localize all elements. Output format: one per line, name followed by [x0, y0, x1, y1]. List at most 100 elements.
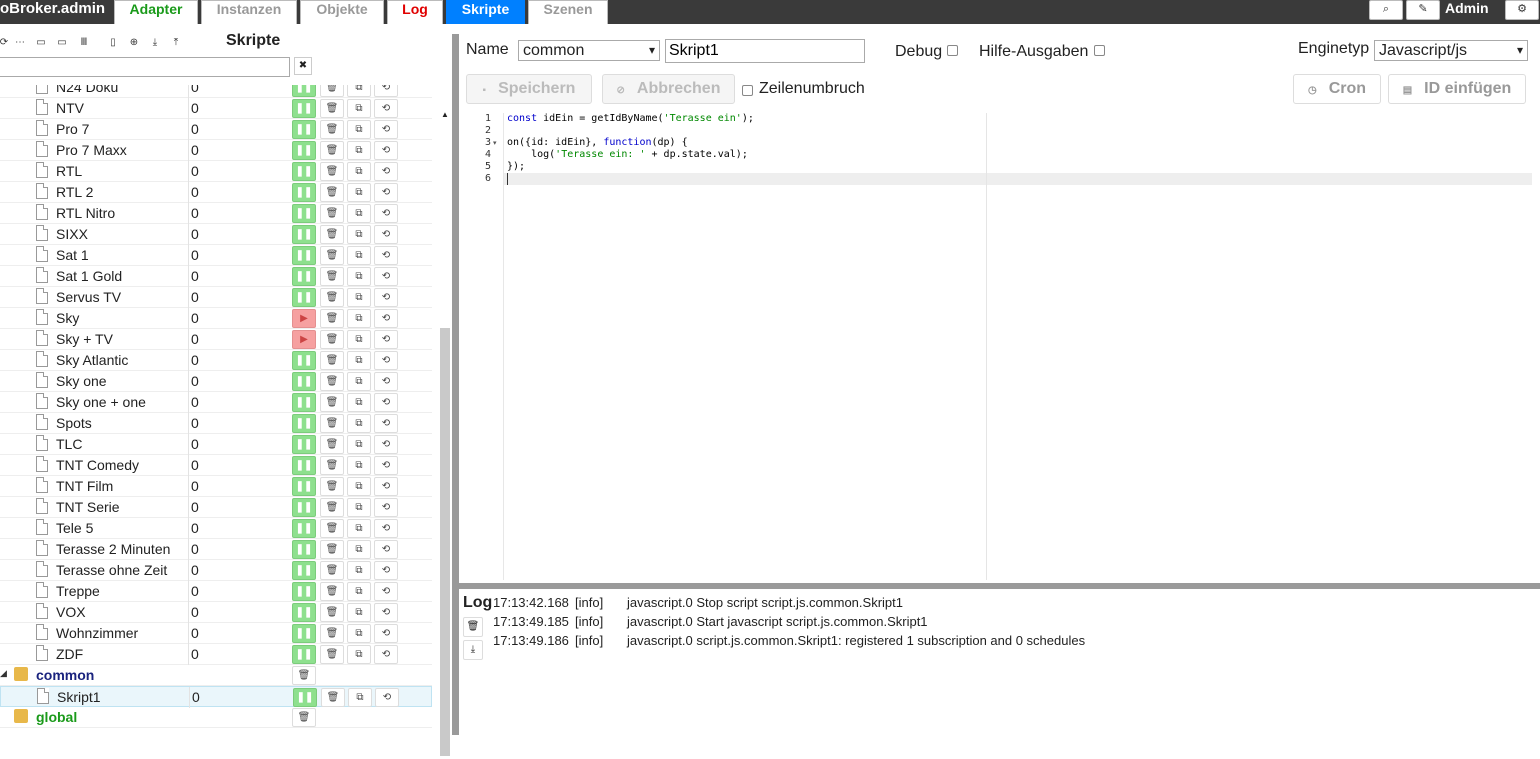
delete-button[interactable]: 🗑	[320, 183, 344, 202]
tab-log[interactable]: Log	[387, 0, 443, 24]
script-row[interactable]: Tele 5 0 ❚❚ 🗑 ⧉ ⟲	[0, 518, 432, 539]
delete-button[interactable]: 🗑	[292, 666, 316, 685]
delete-button[interactable]: 🗑	[320, 561, 344, 580]
restart-button[interactable]: ⟲	[374, 540, 398, 559]
copy-button[interactable]: ⧉	[347, 372, 371, 391]
script-row[interactable]: Sky Atlantic 0 ❚❚ 🗑 ⧉ ⟲	[0, 350, 432, 371]
script-row[interactable]: TNT Serie 0 ❚❚ 🗑 ⧉ ⟲	[0, 497, 432, 518]
restart-button[interactable]: ⟲	[374, 498, 398, 517]
pause-button[interactable]: ❚❚	[292, 372, 316, 391]
copy-button[interactable]: ⧉	[347, 498, 371, 517]
delete-button[interactable]: 🗑	[320, 435, 344, 454]
restart-button[interactable]: ⟲	[374, 372, 398, 391]
pause-button[interactable]: ❚❚	[292, 624, 316, 643]
script-row[interactable]: ZDF 0 ❚❚ 🗑 ⧉ ⟲	[0, 644, 432, 665]
help-output-checkbox[interactable]	[1094, 45, 1105, 56]
script-row[interactable]: TNT Comedy 0 ❚❚ 🗑 ⧉ ⟲	[0, 455, 432, 476]
tab-adapter[interactable]: Adapter	[114, 0, 198, 24]
copy-button[interactable]: ⧉	[347, 351, 371, 370]
script-row[interactable]: RTL 2 0 ❚❚ 🗑 ⧉ ⟲	[0, 182, 432, 203]
scrollbar-thumb[interactable]	[440, 328, 450, 756]
copy-button[interactable]: ⧉	[347, 204, 371, 223]
delete-button[interactable]: 🗑	[320, 120, 344, 139]
script-row[interactable]: Pro 7 Maxx 0 ❚❚ 🗑 ⧉ ⟲	[0, 140, 432, 161]
script-row[interactable]: Spots 0 ❚❚ 🗑 ⧉ ⟲	[0, 413, 432, 434]
script-row[interactable]: NTV 0 ❚❚ 🗑 ⧉ ⟲	[0, 98, 432, 119]
script-row[interactable]: TLC 0 ❚❚ 🗑 ⧉ ⟲	[0, 434, 432, 455]
copy-button[interactable]: ⧉	[347, 85, 371, 97]
script-row[interactable]: VOX 0 ❚❚ 🗑 ⧉ ⟲	[0, 602, 432, 623]
restart-button[interactable]: ⟲	[374, 288, 398, 307]
pause-button[interactable]: ❚❚	[292, 435, 316, 454]
delete-button[interactable]: 🗑	[320, 351, 344, 370]
restart-button[interactable]: ⟲	[374, 456, 398, 475]
script-row[interactable]: TNT Film 0 ❚❚ 🗑 ⧉ ⟲	[0, 476, 432, 497]
tab-skripte[interactable]: Skripte	[446, 0, 525, 24]
copy-button[interactable]: ⧉	[347, 582, 371, 601]
copy-button[interactable]: ⧉	[347, 330, 371, 349]
script-row[interactable]: RTL 0 ❚❚ 🗑 ⧉ ⟲	[0, 161, 432, 182]
copy-button[interactable]: ⧉	[347, 519, 371, 538]
tree-scrollbar[interactable]: ▲	[440, 110, 450, 759]
script-row[interactable]: Pro 7 0 ❚❚ 🗑 ⧉ ⟲	[0, 119, 432, 140]
restart-button[interactable]: ⟲	[374, 99, 398, 118]
new-file-icon[interactable]: ▯	[107, 37, 119, 49]
pause-button[interactable]: ❚❚	[292, 414, 316, 433]
fold-icon[interactable]: ▾	[493, 139, 497, 147]
restart-button[interactable]: ⟲	[374, 603, 398, 622]
copy-button[interactable]: ⧉	[347, 624, 371, 643]
script-row[interactable]: Sky 0 ▶ 🗑 ⧉ ⟲	[0, 308, 432, 329]
horizontal-splitter[interactable]	[459, 583, 1540, 589]
clear-filter-button[interactable]: ✖	[294, 57, 312, 75]
pause-button[interactable]: ❚❚	[292, 85, 316, 97]
delete-button[interactable]: 🗑	[320, 624, 344, 643]
restart-button[interactable]: ⟲	[374, 477, 398, 496]
scroll-up-icon[interactable]: ▲	[441, 110, 449, 119]
pause-button[interactable]: ❚❚	[292, 99, 316, 118]
vertical-splitter[interactable]	[452, 34, 459, 735]
pause-button[interactable]: ❚❚	[292, 456, 316, 475]
script-row[interactable]: Sky + TV 0 ▶ 🗑 ⧉ ⟲	[0, 329, 432, 350]
pause-button[interactable]: ❚❚	[292, 225, 316, 244]
delete-button[interactable]: 🗑	[320, 309, 344, 328]
restart-button[interactable]: ⟲	[374, 330, 398, 349]
delete-button[interactable]: 🗑	[320, 267, 344, 286]
tab-instanzen[interactable]: Instanzen	[201, 0, 297, 24]
restart-button[interactable]: ⟲	[374, 393, 398, 412]
delete-button[interactable]: 🗑	[320, 225, 344, 244]
delete-button[interactable]: 🗑	[320, 85, 344, 97]
search-button[interactable]: ⌕	[1369, 0, 1403, 20]
list-icon[interactable]: ⋯	[14, 37, 26, 49]
pause-button[interactable]: ❚❚	[292, 288, 316, 307]
script-row[interactable]: Sky one 0 ❚❚ 🗑 ⧉ ⟲	[0, 371, 432, 392]
edit-button[interactable]: ✎	[1406, 0, 1440, 20]
restart-button[interactable]: ⟲	[374, 204, 398, 223]
delete-button[interactable]: 🗑	[320, 246, 344, 265]
copy-button[interactable]: ⧉	[347, 435, 371, 454]
pause-button[interactable]: ❚❚	[292, 162, 316, 181]
expand-icon[interactable]: ◢	[0, 668, 7, 679]
restart-button[interactable]: ⟲	[374, 351, 398, 370]
copy-button[interactable]: ⧉	[347, 288, 371, 307]
restart-button[interactable]: ⟲	[374, 183, 398, 202]
delete-button[interactable]: 🗑	[320, 603, 344, 622]
copy-button[interactable]: ⧉	[347, 225, 371, 244]
delete-button[interactable]: 🗑	[320, 645, 344, 664]
delete-button[interactable]: 🗑	[320, 540, 344, 559]
debug-checkbox[interactable]	[947, 45, 958, 56]
pause-button[interactable]: ❚❚	[292, 267, 316, 286]
delete-button[interactable]: 🗑	[320, 141, 344, 160]
copy-button[interactable]: ⧉	[347, 477, 371, 496]
copy-button[interactable]: ⧉	[347, 309, 371, 328]
restart-button[interactable]: ⟲	[374, 414, 398, 433]
pause-button[interactable]: ❚❚	[293, 688, 317, 707]
delete-button[interactable]: 🗑	[320, 519, 344, 538]
pause-button[interactable]: ❚❚	[292, 498, 316, 517]
restart-button[interactable]: ⟲	[374, 519, 398, 538]
restart-button[interactable]: ⟲	[374, 225, 398, 244]
script-row[interactable]: Skript1 0 ❚❚ 🗑 ⧉ ⟲	[0, 686, 432, 708]
script-row[interactable]: Terasse ohne Zeit 0 ❚❚ 🗑 ⧉ ⟲	[0, 560, 432, 581]
copy-button[interactable]: ⧉	[347, 162, 371, 181]
pause-button[interactable]: ❚❚	[292, 561, 316, 580]
delete-button[interactable]: 🗑	[320, 162, 344, 181]
